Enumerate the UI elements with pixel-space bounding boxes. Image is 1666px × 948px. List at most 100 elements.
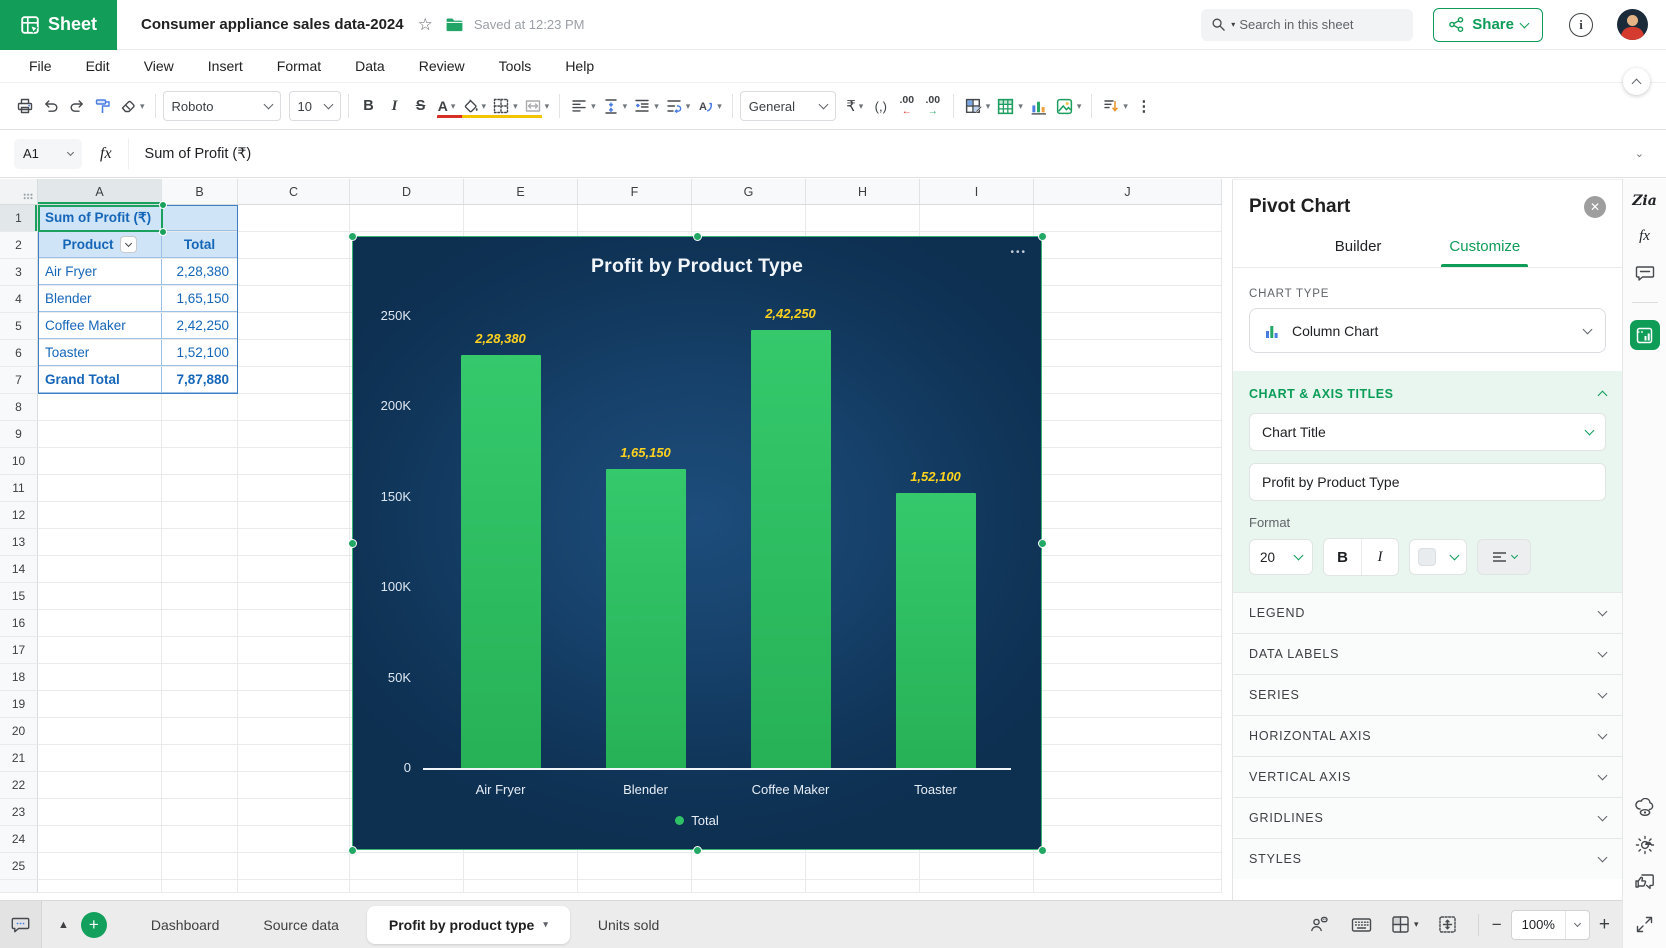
chart-selection-handle[interactable] [693,846,702,855]
cell[interactable] [38,691,162,717]
cell[interactable] [38,583,162,609]
row-header-26[interactable] [0,880,38,892]
chart-type-select[interactable]: Column Chart [1249,308,1606,353]
fill-color-button[interactable]: ▾ [460,91,490,121]
cell[interactable] [1034,826,1222,852]
cell[interactable] [238,340,350,366]
column-header-I[interactable]: I [920,179,1034,204]
cell[interactable] [238,421,350,447]
cell[interactable] [238,259,350,285]
sheet-tab-source-data[interactable]: Source data [241,901,361,948]
cell[interactable] [238,691,350,717]
sheet-tab-dashboard[interactable]: Dashboard [129,901,242,948]
row-header-13[interactable]: 13 [0,529,38,555]
chart-selection-handle[interactable] [348,846,357,855]
italic-button[interactable]: I [382,91,408,121]
image-button[interactable]: ▾ [1052,91,1085,121]
filter-dropdown-button[interactable] [120,236,137,253]
merge-cells-chevron[interactable]: ▾ [545,101,550,112]
text-color-button[interactable]: A▾ [434,91,460,121]
row-header-11[interactable]: 11 [0,475,38,501]
cell[interactable] [806,880,920,892]
cell[interactable] [238,799,350,825]
cell[interactable] [1034,448,1222,474]
row-header-18[interactable]: 18 [0,664,38,690]
cell[interactable] [920,853,1034,879]
cell[interactable] [38,664,162,690]
font-size-select[interactable]: 10 [289,91,341,121]
user-avatar[interactable] [1617,9,1648,40]
cell[interactable]: Grand Total [38,367,162,393]
cell[interactable] [162,421,238,447]
spreadsheet-grid[interactable]: ABCDEFGHIJ 1Sum of Profit (₹)2ProductTot… [0,179,1222,900]
column-header-C[interactable]: C [238,179,350,204]
table-chevron[interactable]: ▾ [1018,101,1023,112]
column-header-F[interactable]: F [578,179,692,204]
collapse-toolbar-button[interactable] [1623,68,1650,95]
chart-selection-handle[interactable] [348,539,357,548]
cell[interactable] [1034,664,1222,690]
cell[interactable] [1034,259,1222,285]
title-italic-button[interactable]: I [1361,539,1398,575]
cell[interactable] [238,880,350,892]
section-series[interactable]: SERIES [1233,674,1622,715]
cell[interactable] [464,880,578,892]
horizontal-align-button[interactable]: ▾ [567,91,599,121]
cell[interactable] [38,853,162,879]
cell[interactable]: Coffee Maker [38,313,162,339]
cell[interactable] [238,556,350,582]
cell[interactable] [162,394,238,420]
cell[interactable] [692,880,806,892]
clear-format-chevron[interactable]: ▾ [140,101,145,112]
cell[interactable] [238,664,350,690]
folder-icon[interactable] [445,16,464,33]
info-icon[interactable]: i [1569,13,1593,37]
cell[interactable] [1034,691,1222,717]
row-header-15[interactable]: 15 [0,583,38,609]
cell[interactable] [1034,556,1222,582]
cell[interactable] [578,853,692,879]
cell[interactable] [920,880,1034,892]
column-header-H[interactable]: H [806,179,920,204]
menu-edit[interactable]: Edit [69,58,127,74]
section-data-labels[interactable]: DATA LABELS [1233,633,1622,674]
section-legend[interactable]: LEGEND [1233,592,1622,633]
cell[interactable]: 2,42,250 [162,313,238,339]
row-header-4[interactable]: 4 [0,286,38,312]
print-button[interactable] [12,91,38,121]
zoom-control[interactable]: 100% [1511,910,1590,940]
cell[interactable] [162,664,238,690]
image-chevron[interactable]: ▾ [1077,101,1082,112]
column-header-D[interactable]: D [350,179,464,204]
sheet-tab-chevron[interactable]: ▾ [543,919,548,930]
cell[interactable] [238,205,350,231]
cell[interactable] [162,529,238,555]
sort-chevron[interactable]: ▾ [1123,101,1128,112]
sheet-list-button[interactable]: ▲ [58,919,69,931]
cell[interactable] [1034,529,1222,555]
cell[interactable] [162,691,238,717]
menu-insert[interactable]: Insert [191,58,260,74]
vertical-align-chevron[interactable]: ▾ [623,101,628,112]
row-header-20[interactable]: 20 [0,718,38,744]
close-panel-button[interactable]: ✕ [1584,196,1606,218]
cell[interactable]: 7,87,880 [162,367,238,393]
sort-button[interactable]: ▾ [1099,91,1131,121]
share-button[interactable]: Share [1433,8,1543,42]
cell[interactable] [238,637,350,663]
font-family-select[interactable]: Roboto [163,91,281,121]
cell[interactable] [238,583,350,609]
row-header-21[interactable]: 21 [0,745,38,771]
cell[interactable] [238,745,350,771]
row-header-9[interactable]: 9 [0,421,38,447]
cell[interactable] [162,502,238,528]
section-horizontal-axis[interactable]: HORIZONTAL AXIS [1233,715,1622,756]
menu-file[interactable]: File [12,58,69,74]
cell[interactable] [162,826,238,852]
row-header-16[interactable]: 16 [0,610,38,636]
cell[interactable] [38,502,162,528]
format-painter-button[interactable] [90,91,116,121]
cell[interactable] [1034,367,1222,393]
cell[interactable] [1034,313,1222,339]
panel-tab-builder[interactable]: Builder [1333,228,1384,267]
